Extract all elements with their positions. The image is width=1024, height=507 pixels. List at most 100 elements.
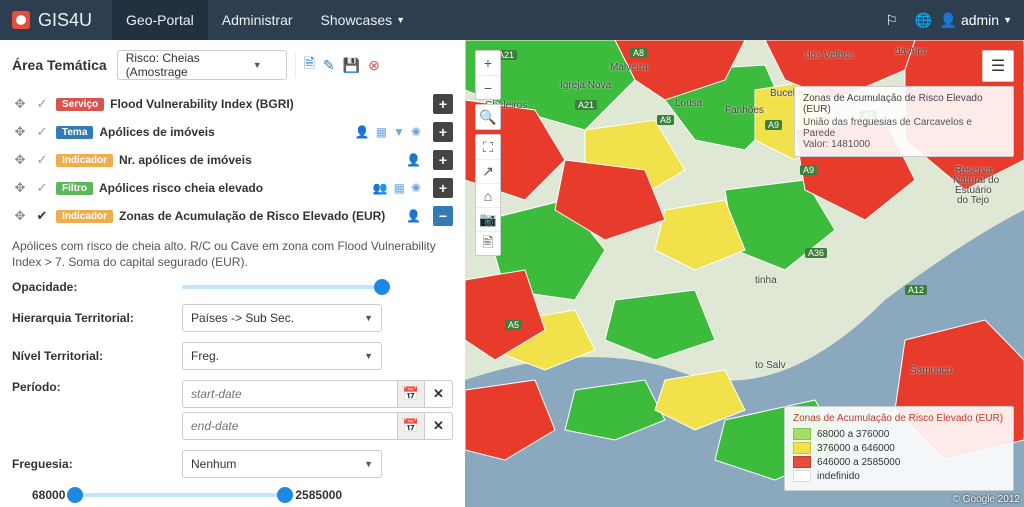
legend-row: 68000 a 376000 xyxy=(793,428,1005,440)
freguesia-value: Nenhum xyxy=(191,457,236,471)
brand-icon xyxy=(12,11,30,29)
calendar-icon[interactable]: 📅 xyxy=(397,412,425,440)
move-icon[interactable]: ✥ xyxy=(12,96,28,112)
edit-icon[interactable]: ✎ xyxy=(323,57,335,74)
search-icon[interactable]: 🔍 xyxy=(476,105,500,129)
nav-showcases-label: Showcases xyxy=(321,12,393,28)
user-icon[interactable]: 👤 xyxy=(355,125,370,139)
chevron-down-icon: ▼ xyxy=(364,351,373,361)
zoom-in-button[interactable]: + xyxy=(476,51,500,75)
info-title: Zonas de Acumulação de Risco Elevado (EU… xyxy=(803,93,1005,115)
layer-row: ✥ ✓ Tema Apólices de imóveis 👤 ▦ ▼ ✺ + xyxy=(12,118,453,146)
move-icon[interactable]: ✥ xyxy=(12,180,28,196)
move-icon[interactable]: ✥ xyxy=(12,208,28,224)
export-icon[interactable]: 🖹 xyxy=(476,231,500,255)
layer-collapse-button[interactable]: − xyxy=(433,206,453,226)
delete-icon[interactable]: ⊗ xyxy=(368,57,380,74)
clear-end-date-button[interactable]: ✕ xyxy=(425,412,453,440)
end-date-input[interactable] xyxy=(182,412,397,440)
info-subtitle: União das freguesias de Carcavelos e Par… xyxy=(803,117,1005,139)
users-icon[interactable]: 👥 xyxy=(373,181,388,195)
legend-swatch xyxy=(793,456,811,468)
nav-user-menu[interactable]: 👤 admin ▼ xyxy=(940,12,1013,29)
save-icon[interactable]: 💾 xyxy=(343,57,360,74)
new-doc-icon[interactable]: 🗎 xyxy=(304,53,315,77)
layer-tag: Tema xyxy=(56,126,93,139)
freguesia-label: Freguesia: xyxy=(12,457,182,471)
home-icon[interactable]: ⌂ xyxy=(476,183,500,207)
layer-expand-button[interactable]: + xyxy=(433,178,453,198)
layer-name: Apólices de imóveis xyxy=(99,125,348,139)
clear-start-date-button[interactable]: ✕ xyxy=(425,380,453,408)
start-date-input[interactable] xyxy=(182,380,397,408)
layer-row: ✥ ✓ Indicador Nr. apólices de imóveis 👤 … xyxy=(12,146,453,174)
level-label: Nível Territorial: xyxy=(12,349,182,363)
layer-name: Apólices risco cheia elevado xyxy=(99,181,367,195)
chevron-down-icon: ▼ xyxy=(364,313,373,323)
hierarchy-label: Hierarquia Territorial: xyxy=(12,311,182,325)
nav-showcases[interactable]: Showcases ▼ xyxy=(307,0,420,40)
layer-expand-button[interactable]: + xyxy=(433,150,453,170)
extent-icon[interactable]: ↗ xyxy=(476,159,500,183)
user-icon: 👤 xyxy=(940,12,957,29)
range-min: 68000 xyxy=(32,488,65,502)
settings-icon[interactable]: ✺ xyxy=(411,125,421,139)
map-layers-button[interactable]: ☰ xyxy=(982,50,1014,82)
user-icon[interactable]: 👤 xyxy=(406,209,421,223)
chevron-down-icon: ▼ xyxy=(364,459,373,469)
layer-name: Nr. apólices de imóveis xyxy=(119,153,400,167)
layer-tag: Serviço xyxy=(56,98,104,111)
layer-row: ✥ ✓ Serviço Flood Vulnerability Index (B… xyxy=(12,90,453,118)
map[interactable]: CheleirosMalveiraIgreja NovaLousaFanhões… xyxy=(465,40,1024,507)
nav-geo-portal[interactable]: Geo-Portal xyxy=(112,0,208,40)
zoom-out-button[interactable]: − xyxy=(476,75,500,99)
legend-text: 646000 a 2585000 xyxy=(817,457,900,468)
layer-toggle[interactable]: ✓ xyxy=(34,96,50,112)
fullscreen-icon[interactable]: ⛶ xyxy=(476,135,500,159)
opacity-slider[interactable] xyxy=(182,285,382,289)
slider-thumb-max[interactable] xyxy=(277,487,293,503)
layer-toggle[interactable]: ✓ xyxy=(34,152,50,168)
layer-toggle[interactable]: ✔ xyxy=(34,208,50,224)
nav-administrar[interactable]: Administrar xyxy=(208,0,307,40)
globe-icon[interactable]: 🌐 xyxy=(908,12,940,29)
move-icon[interactable]: ✥ xyxy=(12,152,28,168)
layer-row: ✥ ✓ Filtro Apólices risco cheia elevado … xyxy=(12,174,453,202)
slider-thumb[interactable] xyxy=(374,279,390,295)
caret-icon: ▼ xyxy=(396,15,405,25)
hierarchy-select[interactable]: Países -> Sub Sec. ▼ xyxy=(182,304,382,332)
move-icon[interactable]: ✥ xyxy=(12,124,28,140)
value-range-slider[interactable] xyxy=(75,493,285,497)
layer-name: Zonas de Acumulação de Risco Elevado (EU… xyxy=(119,209,400,223)
layer-expand-button[interactable]: + xyxy=(433,94,453,114)
calendar-icon[interactable]: 📅 xyxy=(397,380,425,408)
camera-icon[interactable]: 📷 xyxy=(476,207,500,231)
level-value: Freg. xyxy=(191,349,219,363)
level-select[interactable]: Freg. ▼ xyxy=(182,342,382,370)
flag-icon[interactable]: ⚐ xyxy=(876,12,908,29)
legend-row: 646000 a 2585000 xyxy=(793,456,1005,468)
settings-icon[interactable]: ✺ xyxy=(411,181,421,195)
layer-tag: Filtro xyxy=(56,182,93,195)
hierarchy-value: Países -> Sub Sec. xyxy=(191,311,294,325)
legend-text: 376000 a 646000 xyxy=(817,443,895,454)
table-icon[interactable]: ▦ xyxy=(376,125,387,139)
layer-toggle[interactable]: ✓ xyxy=(34,180,50,196)
theme-select[interactable]: Risco: Cheias (Amostrage ▼ xyxy=(117,50,287,80)
legend-title: Zonas de Acumulação de Risco Elevado (EU… xyxy=(793,413,1005,424)
layer-expand-button[interactable]: + xyxy=(433,122,453,142)
navbar: GIS4U Geo-Portal Administrar Showcases ▼… xyxy=(0,0,1024,40)
layer-tag: Indicador xyxy=(56,154,113,167)
filter-icon[interactable]: ▼ xyxy=(393,125,405,139)
range-max: 2585000 xyxy=(295,488,342,502)
layer-name: Flood Vulnerability Index (BGRI) xyxy=(110,97,427,111)
layers-list: ✥ ✓ Serviço Flood Vulnerability Index (B… xyxy=(12,90,453,230)
layer-toggle[interactable]: ✓ xyxy=(34,124,50,140)
slider-thumb-min[interactable] xyxy=(67,487,83,503)
legend-swatch xyxy=(793,442,811,454)
map-zoom-controls: + − 🔍 ⛶ ↗ ⌂ 📷 🖹 xyxy=(475,50,501,256)
user-icon[interactable]: 👤 xyxy=(406,153,421,167)
freguesia-select[interactable]: Nenhum ▼ xyxy=(182,450,382,478)
table-icon[interactable]: ▦ xyxy=(394,181,405,195)
legend-swatch xyxy=(793,428,811,440)
